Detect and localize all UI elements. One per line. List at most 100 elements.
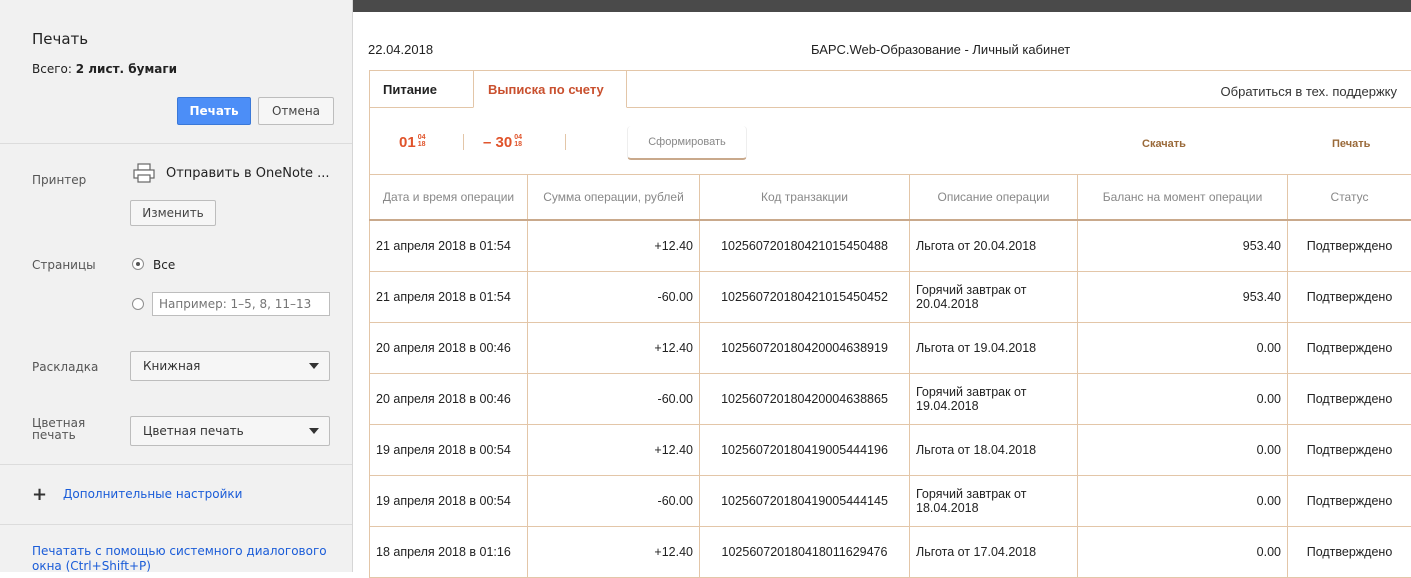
table-row: 19 апреля 2018 в 00:54-60.00102560720180… — [370, 476, 1411, 527]
date-separator — [463, 134, 464, 150]
date-from[interactable]: 010418 — [399, 134, 425, 151]
layout-value: Книжная — [143, 359, 200, 373]
cell-balance: 0.00 — [1078, 323, 1288, 374]
col-code[interactable]: Код транзакции — [700, 175, 910, 221]
cell-amount: -60.00 — [528, 374, 700, 425]
pages-custom-radio[interactable] — [132, 298, 144, 310]
date-to-dash: – — [483, 134, 491, 151]
layout-select[interactable]: Книжная — [130, 351, 330, 381]
dropdown-arrow-icon — [309, 428, 319, 434]
layout-label: Раскладка — [32, 360, 98, 374]
cell-status: Подтверждено — [1288, 425, 1411, 476]
pages-label: Страницы — [32, 258, 96, 272]
cell-status: Подтверждено — [1288, 272, 1411, 323]
print-title: Печать — [32, 30, 88, 48]
cell-status: Подтверждено — [1288, 374, 1411, 425]
cell-balance: 0.00 — [1078, 476, 1288, 527]
color-select[interactable]: Цветная печать — [130, 416, 330, 446]
cell-datetime: 21 апреля 2018 в 01:54 — [370, 220, 528, 272]
cell-balance: 0.00 — [1078, 527, 1288, 578]
preview-top-bar — [353, 0, 1411, 12]
cell-amount: -60.00 — [528, 272, 700, 323]
table-row: 20 апреля 2018 в 00:46-60.00102560720180… — [370, 374, 1411, 425]
cancel-button[interactable]: Отмена — [258, 97, 334, 125]
cell-status: Подтверждено — [1288, 220, 1411, 272]
divider — [0, 524, 352, 525]
col-description[interactable]: Описание операции — [910, 175, 1078, 221]
table-row: 21 апреля 2018 в 01:54+12.40102560720180… — [370, 220, 1411, 272]
date-to[interactable]: – 300418 — [483, 134, 522, 151]
tab-account-statement[interactable]: Выписка по счету — [473, 70, 627, 108]
sheet-total: Всего: 2 лист. бумаги — [32, 62, 177, 76]
col-amount[interactable]: Сумма операции, рублей — [528, 175, 700, 221]
date-to-month: 04 — [514, 134, 522, 141]
cell-code: 102560720180420004638865 — [700, 374, 910, 425]
divider — [0, 143, 352, 144]
cell-amount: -60.00 — [528, 476, 700, 527]
printer-label: Принтер — [32, 173, 86, 187]
cell-datetime: 20 апреля 2018 в 00:46 — [370, 374, 528, 425]
cell-balance: 0.00 — [1078, 425, 1288, 476]
date-to-year: 18 — [514, 141, 522, 148]
color-label: Цветная печать — [32, 417, 85, 441]
cell-description: Льгота от 20.04.2018 — [910, 220, 1078, 272]
cell-code: 102560720180421015450452 — [700, 272, 910, 323]
cell-code: 102560720180421015450488 — [700, 220, 910, 272]
cell-datetime: 19 апреля 2018 в 00:54 — [370, 425, 528, 476]
cell-amount: +12.40 — [528, 220, 700, 272]
cell-description: Льгота от 17.04.2018 — [910, 527, 1078, 578]
cell-balance: 953.40 — [1078, 220, 1288, 272]
col-status[interactable]: Статус — [1288, 175, 1411, 221]
color-value: Цветная печать — [143, 424, 244, 438]
cell-amount: +12.40 — [528, 323, 700, 374]
cell-datetime: 18 апреля 2018 в 01:16 — [370, 527, 528, 578]
cell-datetime: 21 апреля 2018 в 01:54 — [370, 272, 528, 323]
cell-code: 102560720180419005444196 — [700, 425, 910, 476]
dropdown-arrow-icon — [309, 363, 319, 369]
cell-amount: +12.40 — [528, 425, 700, 476]
cell-description: Горячий завтрак от 20.04.2018 — [910, 272, 1078, 323]
printer-icon — [133, 163, 155, 183]
color-label-line2: печать — [32, 428, 76, 442]
table-row: 20 апреля 2018 в 00:46+12.40102560720180… — [370, 323, 1411, 374]
cell-status: Подтверждено — [1288, 323, 1411, 374]
plus-icon[interactable]: + — [32, 486, 47, 504]
support-link[interactable]: Обратиться в тех. поддержку — [1221, 84, 1397, 99]
cell-code: 102560720180419005444145 — [700, 476, 910, 527]
cell-status: Подтверждено — [1288, 527, 1411, 578]
total-value: 2 лист. бумаги — [76, 62, 177, 76]
cell-code: 102560720180418011629476 — [700, 527, 910, 578]
cell-description: Льгота от 19.04.2018 — [910, 323, 1078, 374]
cell-datetime: 20 апреля 2018 в 00:46 — [370, 323, 528, 374]
printer-name: Отправить в OneNote ... — [166, 166, 330, 181]
change-printer-button[interactable]: Изменить — [130, 200, 216, 226]
cell-code: 102560720180420004638919 — [700, 323, 910, 374]
total-label: Всего: — [32, 62, 72, 76]
divider — [0, 464, 352, 465]
cell-datetime: 19 апреля 2018 в 00:54 — [370, 476, 528, 527]
print-link[interactable]: Печать — [1332, 138, 1370, 150]
date-to-day: 30 — [496, 134, 513, 151]
system-dialog-link[interactable]: Печатать с помощью системного диалоговог… — [32, 544, 332, 574]
col-balance[interactable]: Баланс на момент операции — [1078, 175, 1288, 221]
download-link[interactable]: Скачать — [1142, 138, 1186, 150]
pages-all-radio[interactable] — [132, 258, 144, 270]
cell-description: Горячий завтрак от 18.04.2018 — [910, 476, 1078, 527]
col-datetime[interactable]: Дата и время операции — [370, 175, 528, 221]
date-from-month: 04 — [418, 134, 426, 141]
pages-all-label: Все — [153, 258, 175, 272]
table-header-row: Дата и время операции Сумма операции, ру… — [370, 175, 1411, 221]
table-row: 21 апреля 2018 в 01:54-60.00102560720180… — [370, 272, 1411, 323]
generate-button[interactable]: Сформировать — [627, 126, 747, 160]
page-date: 22.04.2018 — [368, 42, 433, 57]
pages-range-input[interactable] — [152, 292, 330, 316]
filter-row — [369, 108, 1411, 174]
table-row: 19 апреля 2018 в 00:54+12.40102560720180… — [370, 425, 1411, 476]
table-row: 18 апреля 2018 в 01:16+12.40102560720180… — [370, 527, 1411, 578]
print-button[interactable]: Печать — [177, 97, 251, 125]
cell-balance: 953.40 — [1078, 272, 1288, 323]
operations-table: Дата и время операции Сумма операции, ру… — [369, 174, 1411, 578]
tab-food[interactable]: Питание — [369, 71, 451, 107]
site-title: БАРС.Web-Образование - Личный кабинет — [811, 42, 1070, 57]
more-settings-link[interactable]: Дополнительные настройки — [63, 487, 242, 501]
